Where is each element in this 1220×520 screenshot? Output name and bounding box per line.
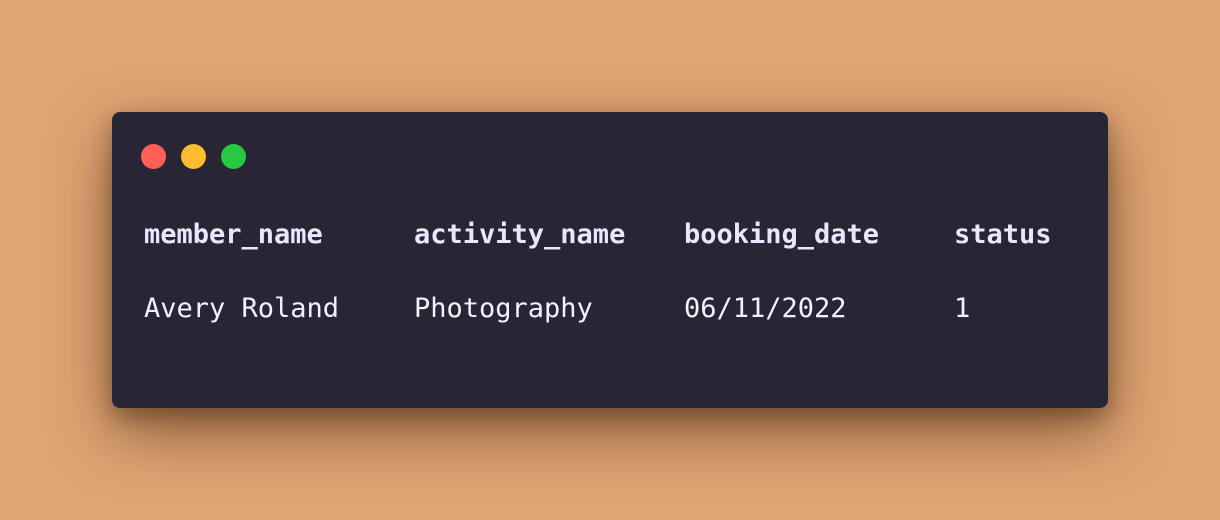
cell-activity-name: Photography bbox=[414, 292, 593, 324]
cell-member-name: Avery Roland bbox=[144, 292, 340, 324]
column-header-booking-date: booking_date bbox=[684, 218, 880, 250]
cell-booking-date: 06/11/2022 bbox=[684, 292, 847, 324]
column-header-activity-name: activity_name bbox=[414, 218, 626, 250]
code-window: member_name activity_name booking_date s… bbox=[112, 112, 1108, 408]
maximize-icon[interactable] bbox=[221, 144, 246, 169]
column-header-status: status bbox=[954, 218, 1052, 250]
close-icon[interactable] bbox=[141, 144, 166, 169]
table-row: Avery Roland Photography 06/11/2022 1 bbox=[144, 290, 1074, 326]
minimize-icon[interactable] bbox=[181, 144, 206, 169]
result-table: member_name activity_name booking_date s… bbox=[144, 216, 1074, 326]
table-header-row: member_name activity_name booking_date s… bbox=[144, 216, 1074, 252]
window-controls bbox=[141, 144, 246, 169]
column-header-member-name: member_name bbox=[144, 218, 323, 250]
cell-status: 1 bbox=[954, 292, 971, 324]
